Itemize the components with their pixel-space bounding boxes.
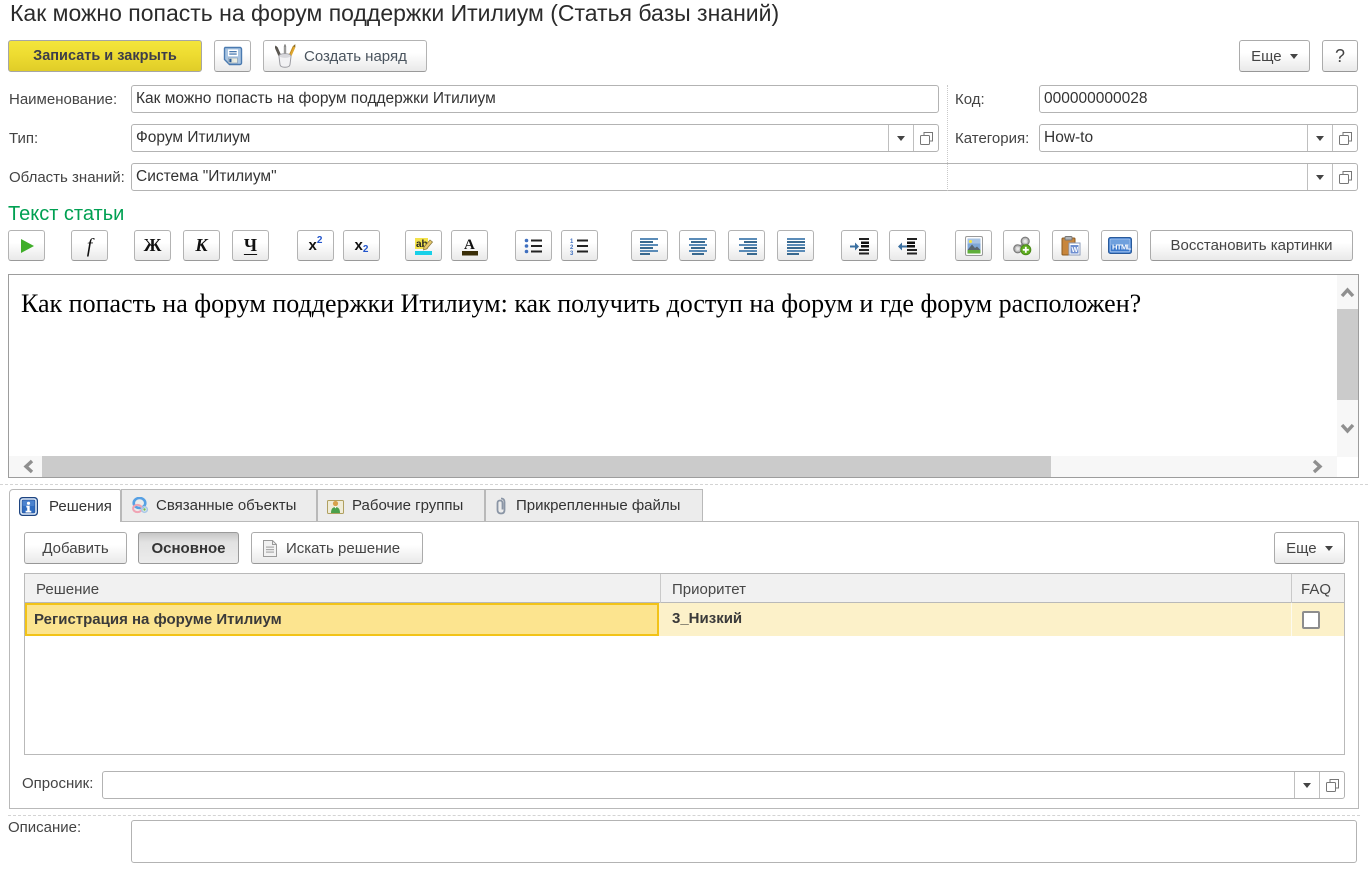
- svg-text:W: W: [1071, 247, 1078, 254]
- svg-text:HTML: HTML: [1112, 242, 1132, 251]
- svg-text:A: A: [464, 237, 475, 253]
- svg-text:3: 3: [570, 251, 574, 255]
